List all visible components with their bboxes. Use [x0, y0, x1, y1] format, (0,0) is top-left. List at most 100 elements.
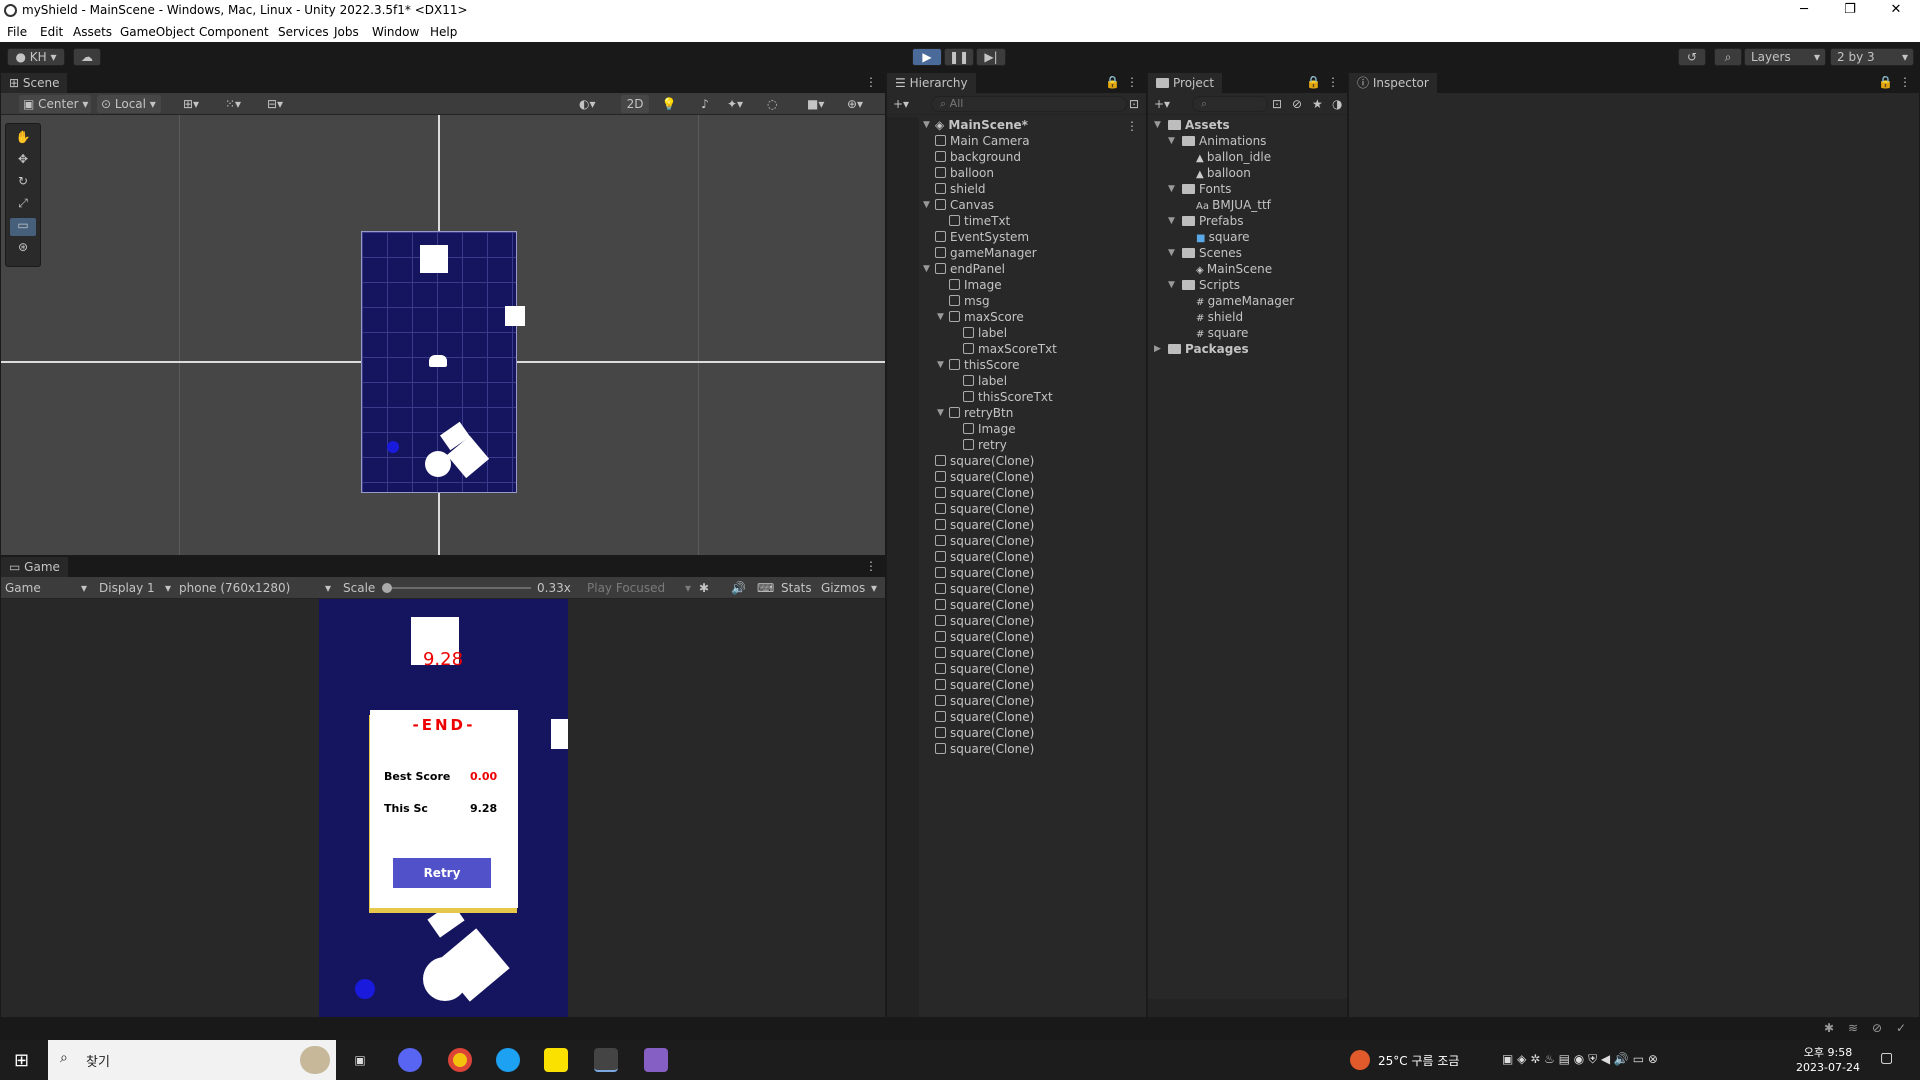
hierarchy-item[interactable]: square(Clone): [935, 693, 1034, 709]
project-item[interactable]: Animations: [1182, 133, 1266, 149]
hierarchy-item[interactable]: retry: [963, 437, 1007, 453]
step-button[interactable]: ▶|: [976, 48, 1006, 66]
gizmos-dropdown[interactable]: ⊕▾: [847, 95, 881, 113]
hierarchy-item[interactable]: square(Clone): [935, 565, 1034, 581]
project-item[interactable]: ◈ MainScene: [1196, 261, 1272, 277]
keyboard-icon[interactable]: ⌨: [757, 579, 774, 597]
notification-icon[interactable]: ▢: [1880, 1050, 1893, 1066]
hierarchy-item[interactable]: square(Clone): [935, 533, 1034, 549]
hierarchy-item[interactable]: square(Clone): [935, 645, 1034, 661]
more-icon[interactable]: ⋮: [865, 559, 877, 573]
rotate-tool-icon[interactable]: ↻: [10, 174, 36, 192]
hierarchy-item[interactable]: square(Clone): [935, 613, 1034, 629]
expand-arrow-icon[interactable]: ▼: [937, 312, 944, 322]
square-object[interactable]: [505, 306, 525, 326]
expand-arrow-icon[interactable]: ▼: [1168, 216, 1175, 226]
space-dropdown[interactable]: ⊙ Local ▾: [97, 95, 161, 113]
visual-studio-icon[interactable]: [644, 1048, 668, 1072]
menu-window[interactable]: Window: [372, 25, 419, 39]
expand-arrow-icon[interactable]: ▼: [937, 408, 944, 418]
maximize-button[interactable]: ❐: [1830, 2, 1870, 17]
close-button[interactable]: ✕: [1876, 2, 1916, 17]
menu-file[interactable]: File: [7, 25, 27, 39]
effects-dropdown[interactable]: ✦▾: [727, 95, 761, 113]
transform-tool-icon[interactable]: ⊛: [10, 240, 36, 258]
expand-arrow-icon[interactable]: ▼: [923, 264, 930, 274]
menu-gameobject[interactable]: GameObject: [120, 25, 195, 39]
scale-slider[interactable]: [382, 583, 531, 593]
search-button[interactable]: ⌕: [1714, 48, 1742, 66]
hierarchy-item[interactable]: background: [935, 149, 1021, 165]
more-icon[interactable]: ⋮: [1126, 119, 1138, 133]
hierarchy-item[interactable]: EventSystem: [935, 229, 1029, 245]
grid-snap-button[interactable]: ⊞▾: [183, 95, 219, 113]
expand-arrow-icon[interactable]: ▼: [1168, 248, 1175, 258]
expand-arrow-icon[interactable]: ▼: [1168, 184, 1175, 194]
menu-component[interactable]: Component: [199, 25, 269, 39]
expand-arrow-icon[interactable]: ▼: [1168, 136, 1175, 146]
hierarchy-item[interactable]: square(Clone): [935, 661, 1034, 677]
expand-arrow-icon[interactable]: ▼: [937, 360, 944, 370]
project-item[interactable]: ▲ ballon_idle: [1196, 149, 1271, 165]
hidden-objects-toggle[interactable]: ◌: [767, 95, 795, 113]
pause-button[interactable]: ❚❚: [944, 48, 974, 66]
hierarchy-item[interactable]: label: [963, 325, 1007, 341]
hierarchy-item[interactable]: square(Clone): [935, 597, 1034, 613]
rect-tool-icon[interactable]: ▭: [10, 218, 36, 236]
hierarchy-item[interactable]: msg: [949, 293, 990, 309]
tray-icons[interactable]: ▣ ◈ ✲ ♨ ▤ ◉ ⛨ ◀ 🔊 ▭ ⊗: [1502, 1052, 1658, 1067]
hierarchy-item[interactable]: square(Clone): [935, 549, 1034, 565]
hierarchy-item[interactable]: Main Camera: [935, 133, 1030, 149]
hierarchy-item[interactable]: square(Clone): [935, 469, 1034, 485]
more-icon[interactable]: ⋮: [1126, 75, 1138, 89]
kakaotalk-icon[interactable]: [544, 1048, 568, 1072]
draw-mode-button[interactable]: ◐▾: [579, 95, 613, 113]
gizmos-button[interactable]: Gizmos: [821, 579, 865, 597]
tab-scene[interactable]: ⊞ Scene: [1, 73, 68, 93]
hierarchy-item[interactable]: square(Clone): [935, 677, 1034, 693]
stats-button[interactable]: Stats: [781, 579, 812, 597]
favorite-icon[interactable]: ★: [1312, 95, 1323, 113]
menu-assets[interactable]: Assets: [73, 25, 112, 39]
balloon-object[interactable]: [387, 441, 399, 453]
display-dropdown[interactable]: Display 1 ▾: [99, 579, 173, 597]
search-options-icon[interactable]: ⊡: [1129, 95, 1139, 113]
lock-icon[interactable]: 🔒: [1878, 75, 1893, 89]
task-view-icon[interactable]: ▣: [348, 1048, 372, 1072]
clock-date[interactable]: 2023-07-24: [1790, 1061, 1866, 1074]
discord-icon[interactable]: [398, 1048, 422, 1072]
weather-text[interactable]: 25°C 구름 조금: [1378, 1052, 1459, 1069]
check-icon[interactable]: ✓: [1896, 1021, 1906, 1035]
retry-button[interactable]: Retry: [393, 858, 491, 888]
game-view[interactable]: 9.28 -END- Best Score 0.00 This Sc 9.28 …: [1, 599, 885, 1017]
hierarchy-item[interactable]: square(Clone): [935, 725, 1034, 741]
undo-history-button[interactable]: ↺: [1678, 48, 1706, 66]
cloud-button[interactable]: ☁: [73, 48, 101, 66]
clock-time[interactable]: 오후 9:58: [1800, 1044, 1856, 1060]
project-item[interactable]: Packages: [1168, 341, 1249, 357]
expand-arrow-icon[interactable]: ▶: [1154, 344, 1161, 354]
windows-start-icon[interactable]: ⊞: [14, 1050, 29, 1071]
search-by-label-icon[interactable]: ⊘: [1292, 95, 1302, 113]
hierarchy-item[interactable]: square(Clone): [935, 501, 1034, 517]
add-button[interactable]: +▾: [893, 95, 909, 113]
tab-project[interactable]: Project: [1148, 73, 1223, 93]
lighting-toggle[interactable]: 💡: [657, 95, 681, 113]
hierarchy-item[interactable]: balloon: [935, 165, 994, 181]
hierarchy-item[interactable]: retryBtn: [949, 405, 1013, 421]
layout-dropdown[interactable]: 2 by 3 ▾: [1830, 48, 1914, 66]
bug-icon[interactable]: ✱: [1824, 1021, 1834, 1035]
project-item[interactable]: Assets: [1168, 117, 1230, 133]
hierarchy-item[interactable]: shield: [935, 181, 986, 197]
more-icon[interactable]: ⋮: [1327, 75, 1339, 89]
hand-tool-icon[interactable]: ✋: [10, 130, 36, 148]
camera-dropdown[interactable]: ■▾: [807, 95, 841, 113]
tab-inspector[interactable]: ⓘ Inspector: [1349, 73, 1437, 93]
weather-icon[interactable]: [1350, 1050, 1370, 1070]
hierarchy-item[interactable]: label: [963, 373, 1007, 389]
menu-services[interactable]: Services: [278, 25, 329, 39]
audio-icon[interactable]: 🔊: [731, 579, 746, 597]
bird-app-icon[interactable]: [496, 1048, 520, 1072]
minimize-button[interactable]: ─: [1784, 2, 1824, 17]
hierarchy-item[interactable]: square(Clone): [935, 485, 1034, 501]
